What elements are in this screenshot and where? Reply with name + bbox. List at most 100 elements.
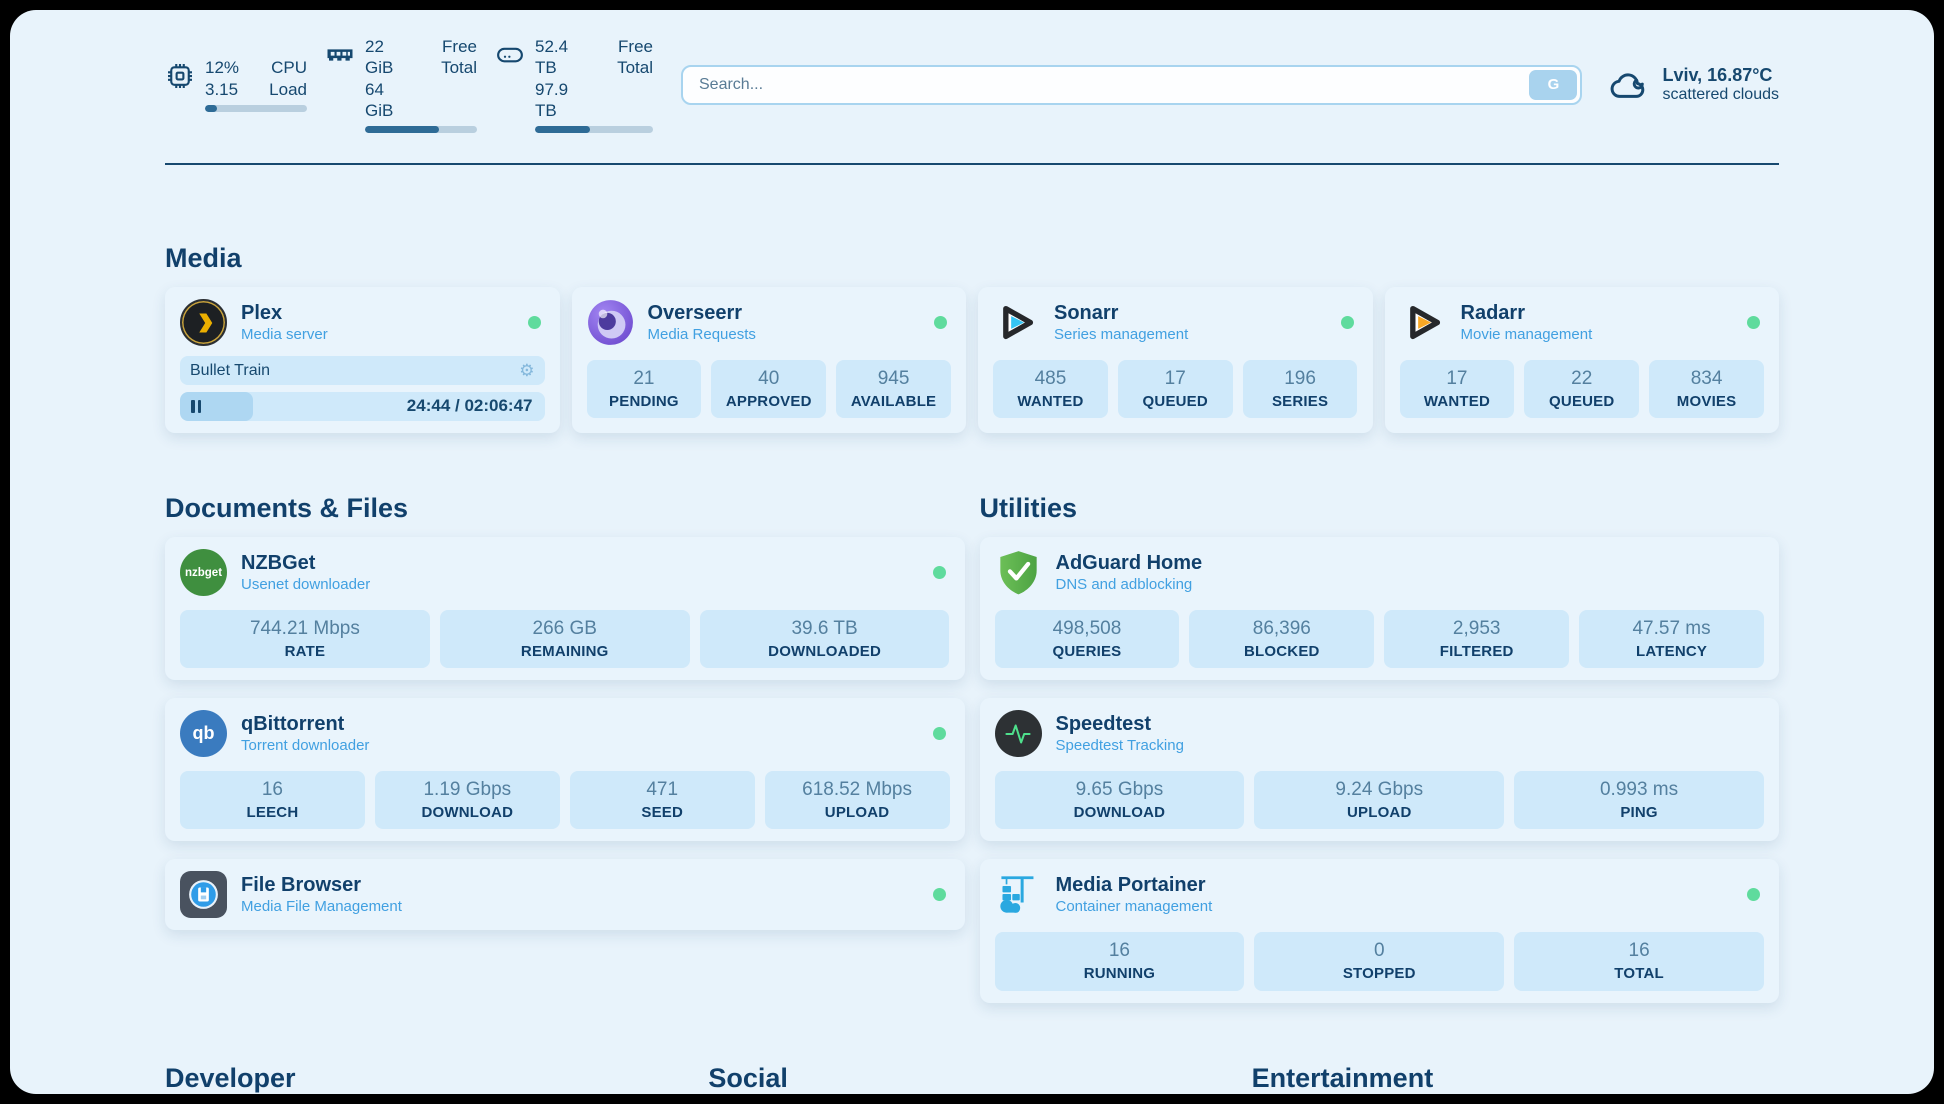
status-dot: [528, 316, 541, 329]
cloud-icon: [1608, 64, 1650, 106]
sonarr-icon: [993, 299, 1040, 346]
speedtest-icon: [995, 710, 1042, 757]
app-name: Sonarr: [1054, 301, 1188, 326]
stat-blocked: 86,396 BLOCKED: [1189, 610, 1374, 668]
status-dot: [1747, 316, 1760, 329]
disk-stat-widget: 52.4 TB97.9 TB FreeTotal: [495, 36, 653, 133]
app-name: Speedtest: [1056, 712, 1184, 737]
weather-location-temp: Lviv, 16.87°C: [1662, 65, 1779, 86]
qbittorrent-icon: qb: [180, 710, 227, 757]
speedtest-card[interactable]: Speedtest Speedtest Tracking 9.65 Gbps D…: [980, 698, 1780, 841]
cpu-progress-bar: [205, 105, 307, 112]
stat-queries: 498,508 QUERIES: [995, 610, 1180, 668]
portainer-card[interactable]: Media Portainer Container management 16 …: [980, 859, 1780, 1002]
stat-leech: 16 LEECH: [180, 771, 365, 829]
app-name: Media Portainer: [1056, 873, 1213, 898]
section-title-entertainment: Entertainment: [1252, 1063, 1779, 1094]
pause-icon[interactable]: [191, 400, 201, 413]
stat-queued: 22 QUEUED: [1524, 360, 1639, 418]
overseerr-card[interactable]: Overseerr Media Requests 21 PENDING 40 A…: [572, 287, 967, 433]
ram-stat-widget: 22 GiB64 GiB FreeTotal: [325, 36, 477, 133]
stat-running: 16 RUNNING: [995, 932, 1245, 990]
ram-labels: FreeTotal: [441, 36, 477, 121]
search-engine-button[interactable]: G: [1529, 70, 1577, 100]
ram-icon: [325, 40, 355, 70]
adguard-card[interactable]: AdGuard Home DNS and adblocking 498,508 …: [980, 537, 1780, 680]
cpu-labels: CPULoad: [269, 57, 307, 100]
weather-widget: Lviv, 16.87°C scattered clouds: [1608, 64, 1779, 106]
disk-values: 52.4 TB97.9 TB: [535, 36, 587, 121]
section-title-documents: Documents & Files: [165, 493, 965, 524]
search-input[interactable]: [681, 65, 1582, 105]
stat-ping: 0.993 ms PING: [1514, 771, 1764, 829]
header-divider: [165, 163, 1779, 165]
radarr-icon: [1400, 299, 1447, 346]
stat-downloaded: 39.6 TB DOWNLOADED: [700, 610, 950, 668]
app-description: Media Requests: [648, 326, 756, 345]
section-title-social: Social: [708, 1063, 1235, 1094]
app-name: Overseerr: [648, 301, 756, 326]
playback-progress-bar[interactable]: 24:44 / 02:06:47: [180, 392, 545, 421]
radarr-card[interactable]: Radarr Movie management 17 WANTED 22 QUE…: [1385, 287, 1780, 433]
qbittorrent-card[interactable]: qb qBittorrent Torrent downloader 16 LEE…: [165, 698, 965, 841]
stat-seed: 471 SEED: [570, 771, 755, 829]
app-description: Speedtest Tracking: [1056, 737, 1184, 756]
now-playing-title: Bullet Train: [190, 362, 270, 380]
stat-wanted: 17 WANTED: [1400, 360, 1515, 418]
disk-icon: [495, 40, 525, 70]
stat-pending: 21 PENDING: [587, 360, 702, 418]
stat-stopped: 0 STOPPED: [1254, 932, 1504, 990]
stat-latency: 47.57 ms LATENCY: [1579, 610, 1764, 668]
plex-icon: [180, 299, 227, 346]
cpu-values: 12%3.15: [205, 57, 239, 100]
status-dot: [933, 727, 946, 740]
status-dot: [1341, 316, 1354, 329]
search-bar: G: [681, 65, 1582, 105]
app-name: qBittorrent: [241, 712, 369, 737]
stat-available: 945 AVAILABLE: [836, 360, 951, 418]
status-dot: [933, 888, 946, 901]
disk-progress-bar: [535, 126, 653, 133]
filebrowser-icon: [180, 871, 227, 918]
documents-column: Documents & Files nzbget NZBGet Usenet d…: [165, 433, 965, 930]
stat-queued: 17 QUEUED: [1118, 360, 1233, 418]
plex-card[interactable]: Plex Media server Bullet Train ⚙ 24:44 /…: [165, 287, 560, 433]
app-name: Plex: [241, 301, 328, 326]
cpu-stat-widget: 12%3.15 CPULoad: [165, 57, 307, 112]
overseerr-icon: [587, 299, 634, 346]
section-title-developer: Developer: [165, 1063, 692, 1094]
status-dot: [1747, 888, 1760, 901]
stat-download: 1.19 Gbps DOWNLOAD: [375, 771, 560, 829]
dashboard-screen: 12%3.15 CPULoad: [0, 0, 1944, 1104]
developer-column: Developer GH Github github.com SO StackO…: [165, 1003, 692, 1094]
dashboard-content: 12%3.15 CPULoad: [10, 10, 1934, 1094]
ram-progress-bar: [365, 126, 477, 133]
stat-approved: 40 APPROVED: [711, 360, 826, 418]
stat-wanted: 485 WANTED: [993, 360, 1108, 418]
app-name: NZBGet: [241, 551, 370, 576]
sonarr-card[interactable]: Sonarr Series management 485 WANTED 17 Q…: [978, 287, 1373, 433]
portainer-icon: [995, 871, 1042, 918]
app-description: Movie management: [1461, 326, 1593, 345]
stat-filtered: 2,953 FILTERED: [1384, 610, 1569, 668]
cpu-icon: [165, 61, 195, 91]
disk-labels: FreeTotal: [617, 36, 653, 121]
app-description: Media server: [241, 326, 328, 345]
app-description: Usenet downloader: [241, 576, 370, 595]
ram-values: 22 GiB64 GiB: [365, 36, 411, 121]
app-name: File Browser: [241, 873, 402, 898]
top-bar: 12%3.15 CPULoad: [165, 10, 1779, 133]
app-description: DNS and adblocking: [1056, 576, 1203, 595]
utilities-column: Utilities: [980, 433, 1780, 1003]
status-dot: [934, 316, 947, 329]
filebrowser-card[interactable]: File Browser Media File Management: [165, 859, 965, 930]
nzbget-card[interactable]: nzbget NZBGet Usenet downloader 744.21 M…: [165, 537, 965, 680]
app-description: Series management: [1054, 326, 1188, 345]
section-title-media: Media: [165, 243, 1779, 274]
stat-upload: 618.52 Mbps UPLOAD: [765, 771, 950, 829]
app-name: Radarr: [1461, 301, 1593, 326]
weather-condition: scattered clouds: [1662, 86, 1779, 104]
entertainment-column: Entertainment YT YouTube youtube.com NF …: [1252, 1003, 1779, 1094]
app-name: AdGuard Home: [1056, 551, 1203, 576]
settings-icon[interactable]: ⚙: [519, 362, 534, 379]
